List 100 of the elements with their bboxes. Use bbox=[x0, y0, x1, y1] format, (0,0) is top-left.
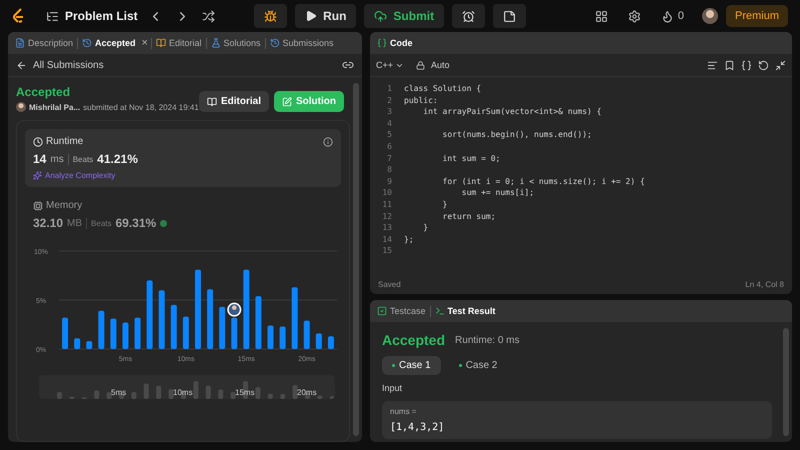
beats-label: Beats bbox=[91, 218, 112, 228]
line-number: 1 bbox=[386, 83, 392, 95]
author-name[interactable]: Mishrilal Pa... bbox=[29, 102, 80, 112]
lock-icon bbox=[416, 60, 426, 70]
line-number: 14 bbox=[381, 234, 392, 246]
cloud-upload-icon bbox=[374, 10, 388, 22]
bar[interactable] bbox=[328, 336, 334, 349]
result-tab[interactable]: Test Result bbox=[432, 306, 498, 316]
input-label: Input bbox=[382, 383, 404, 393]
metric-card[interactable]: Runtime 14 ms Beats 41.21% Analyze Complexity bbox=[25, 129, 341, 187]
sparkle-icon bbox=[33, 171, 42, 180]
bar[interactable] bbox=[170, 304, 177, 349]
chart-navigator[interactable]: 5ms 10ms 15ms 20ms bbox=[39, 375, 335, 399]
debug-button[interactable] bbox=[254, 4, 288, 28]
line-number: 9 bbox=[386, 176, 392, 188]
format-button[interactable] bbox=[707, 60, 718, 70]
logo-icon[interactable] bbox=[12, 8, 26, 24]
bar[interactable] bbox=[304, 320, 310, 349]
panel-tab[interactable]: Accepted bbox=[79, 38, 139, 48]
chip-icon bbox=[33, 200, 43, 210]
bar[interactable] bbox=[255, 296, 262, 349]
bar[interactable] bbox=[134, 318, 141, 349]
navigator-label: 10ms bbox=[173, 388, 193, 397]
bug-icon bbox=[264, 10, 278, 22]
line-number: 7 bbox=[386, 152, 392, 164]
result-runtime: Runtime: 0 ms bbox=[455, 334, 520, 346]
grid-icon bbox=[594, 10, 608, 22]
flask-icon bbox=[210, 38, 220, 48]
code-line: }; bbox=[404, 234, 414, 246]
bar[interactable] bbox=[219, 306, 226, 349]
status-dot bbox=[160, 220, 168, 226]
streak-button[interactable]: 0 bbox=[658, 8, 686, 24]
line-number: 10 bbox=[381, 187, 392, 199]
code-line: int sum = 0; bbox=[442, 152, 500, 164]
info-icon[interactable] bbox=[323, 136, 333, 146]
code-tab[interactable]: Code bbox=[374, 38, 416, 48]
bar[interactable] bbox=[231, 318, 238, 349]
link-icon[interactable] bbox=[342, 59, 354, 71]
braces-button[interactable] bbox=[741, 60, 752, 70]
reset-button[interactable] bbox=[758, 60, 769, 70]
submitted-time: submitted at Nov 18, 2024 19:41 bbox=[83, 102, 199, 112]
bar[interactable] bbox=[243, 270, 250, 349]
bar[interactable] bbox=[98, 310, 104, 349]
bar[interactable] bbox=[146, 280, 153, 349]
line-number: 3 bbox=[386, 106, 392, 118]
metric-value: 14 bbox=[33, 152, 46, 166]
panel-tab[interactable]: Solutions bbox=[208, 38, 264, 48]
panel-tab[interactable]: Editorial bbox=[152, 38, 204, 48]
line-number: 4 bbox=[386, 118, 392, 130]
avatar-marker bbox=[227, 302, 242, 317]
back-arrow-icon[interactable] bbox=[16, 60, 27, 70]
navigator-label: 20ms bbox=[297, 388, 317, 397]
timer-button[interactable] bbox=[452, 4, 486, 28]
history-icon bbox=[82, 38, 92, 48]
shuffle-icon bbox=[202, 10, 215, 22]
scrollbar[interactable] bbox=[783, 328, 789, 436]
case-tab[interactable]: Case 1 bbox=[382, 356, 441, 375]
code-line: sum += nums[i]; bbox=[460, 187, 534, 199]
metric-unit: MB bbox=[67, 218, 82, 228]
bar[interactable] bbox=[158, 290, 165, 349]
premium-button[interactable]: Premium bbox=[726, 5, 788, 27]
editorial-button[interactable]: Editorial bbox=[198, 91, 269, 112]
bar[interactable] bbox=[207, 289, 214, 349]
notes-button[interactable] bbox=[493, 4, 526, 28]
problem-list-link[interactable]: Problem List bbox=[65, 9, 138, 23]
submission-status: Accepted bbox=[16, 85, 72, 99]
panel-tab[interactable]: Submissions bbox=[266, 38, 337, 48]
bar[interactable] bbox=[268, 325, 274, 349]
book-icon bbox=[206, 96, 217, 106]
bar[interactable] bbox=[110, 318, 116, 349]
bar[interactable] bbox=[182, 316, 189, 349]
case-tab[interactable]: Case 2 bbox=[448, 356, 508, 375]
run-button[interactable]: Run bbox=[295, 4, 356, 28]
collapse-button[interactable] bbox=[775, 60, 786, 70]
result-tab[interactable]: Testcase bbox=[374, 306, 429, 316]
close-tab-button[interactable]: × bbox=[140, 37, 150, 49]
shuffle-button[interactable] bbox=[200, 8, 217, 24]
bookmark-button[interactable] bbox=[724, 60, 735, 70]
line-number: 8 bbox=[386, 164, 392, 176]
flame-icon bbox=[660, 10, 674, 22]
beats-value: 41.21% bbox=[97, 152, 138, 166]
panel-tab[interactable]: Description bbox=[12, 38, 76, 48]
bar[interactable] bbox=[86, 341, 92, 349]
submit-button[interactable]: Submit bbox=[364, 4, 444, 28]
line-number: 13 bbox=[381, 222, 392, 234]
navigator-label: 5ms bbox=[111, 388, 126, 397]
alarm-clock-icon bbox=[462, 10, 476, 22]
code-icon bbox=[377, 38, 387, 48]
bar[interactable] bbox=[280, 326, 286, 349]
metric-card[interactable]: Memory 32.10 MB Beats 69.31% bbox=[25, 193, 341, 237]
bar[interactable] bbox=[62, 318, 68, 349]
bar[interactable] bbox=[316, 333, 322, 349]
all-submissions-link[interactable]: All Submissions bbox=[33, 60, 104, 70]
bar[interactable] bbox=[122, 322, 128, 349]
list-icon[interactable] bbox=[46, 10, 59, 22]
bar[interactable] bbox=[74, 338, 80, 349]
scrollbar[interactable] bbox=[353, 83, 359, 436]
bar[interactable] bbox=[292, 287, 298, 349]
user-avatar[interactable] bbox=[702, 8, 718, 24]
language-select[interactable]: C++ bbox=[376, 60, 404, 70]
